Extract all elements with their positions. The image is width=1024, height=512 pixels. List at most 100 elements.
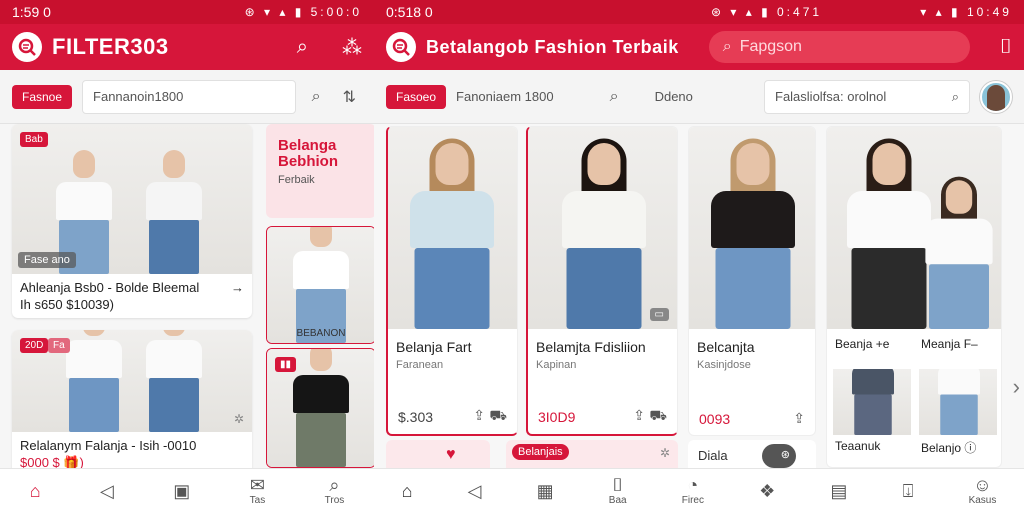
send-icon: ◁ (467, 480, 482, 501)
product-feed: Bab Fase ano Ahleanja Bsb0 - Bolde Bleem… (0, 124, 374, 477)
product-title: Ahleanja Bsb0 - Bolde Bleemal → (20, 280, 244, 295)
bottom-nav: ⌂ ◁ ▦ ⌷ Baa ◔ Firec ❖ ▤ ⍗ ☺ Kasus (374, 468, 1024, 512)
product-card[interactable]: Bab Fase ano Ahleanja Bsb0 - Bolde Bleem… (12, 124, 252, 318)
next-row-title: Diala (698, 448, 728, 463)
settings-icon: ✲ (659, 446, 670, 460)
image-tag: Fase ano (18, 252, 76, 268)
app-bar: Betalangob Fashion Terbaik ⌕ Fapgson ⌷ (374, 24, 1024, 70)
nav-calendar[interactable]: ▤ (830, 481, 847, 501)
next-row-card[interactable]: Belanjais ✲ (506, 440, 678, 470)
search-input[interactable]: ⌕ Fapgson (708, 31, 970, 63)
home-icon: ⌂ (401, 480, 413, 501)
next-row-card[interactable]: Diala ⊛ (688, 440, 816, 470)
search-icon: ⌕ (951, 88, 959, 104)
cart-icon[interactable]: ⛟ (489, 407, 507, 423)
share-icon[interactable]: ⁂ (342, 35, 362, 60)
filter-bar: Fasoeo Fanoniaem 1800 ⌕ Ddeno Falasliolf… (374, 70, 1024, 124)
nav-clock[interactable]: ◔ Firec (682, 475, 704, 506)
promo-banner[interactable]: Belanga Bebhion Ferbaik (266, 124, 374, 218)
search-icon[interactable]: ⌕ (306, 88, 327, 106)
featured-title-b: Meanja F– (921, 337, 978, 351)
product-subtitle: Kasinjdose (697, 359, 751, 371)
promo-heading: Belanga Bebhion (278, 137, 338, 170)
share-icon[interactable]: ⇪ (633, 407, 645, 423)
product-subtitle: Faranean (396, 359, 444, 371)
avatar[interactable] (980, 80, 1012, 113)
filter-chip[interactable]: Fasoeo (386, 84, 447, 109)
product-image: ▭ (528, 127, 677, 329)
thumb-title-a: Teaanuk (835, 439, 881, 453)
search-icon: ⌕ (722, 38, 732, 55)
cart-icon[interactable]: ⛟ (649, 407, 667, 423)
product-card[interactable]: 20D Fa ✲ Relalanym Falanja - Isih -0010 … (12, 330, 252, 477)
filter-chip[interactable]: Fasnoe (12, 84, 73, 109)
nav-download[interactable]: ⍗ (903, 481, 914, 501)
discount-badge: Bab (20, 132, 48, 147)
status-time: 1:59 0 (12, 4, 51, 20)
discount-badge: ▮▮ (275, 357, 297, 372)
product-price: 3I0D9 (538, 408, 576, 425)
sort-icon[interactable]: ⇅ (337, 87, 362, 107)
product-title: Belcanjta (697, 339, 755, 355)
product-image (827, 127, 1001, 329)
nav-doc[interactable]: ▣ (173, 481, 190, 501)
status-bar: 1:59 0 ⊛ ▾ ▴ ▮ 5:00:0 (0, 0, 374, 24)
nav-send[interactable]: ◁ (100, 481, 114, 501)
heart-icon: ♥ (446, 446, 456, 463)
product-card[interactable]: Belcanjta Kasinjdose 0093 ⇪ (688, 126, 816, 436)
next-row-card[interactable]: ♥ (386, 440, 490, 470)
search-icon: ⌕ (329, 475, 340, 495)
chevron-right-icon[interactable]: › (1013, 374, 1020, 400)
featured-title-a: Beanja +e (835, 337, 890, 351)
mini-card-label: BEBANON (296, 328, 346, 339)
product-image: 20D Fa ✲ (12, 330, 252, 432)
product-image: Bab Fase ano (12, 124, 252, 274)
app-title: Betalangob Fashion Terbaik (426, 36, 679, 57)
filter-bar: Fasnoe Fannanoin1800 ⌕ ⇅ (0, 70, 374, 124)
bookmark-icon[interactable]: ⌷ (1000, 36, 1012, 59)
mini-product-card[interactable]: ▮▮ (266, 348, 374, 468)
product-title: Belamjta Fdisliion (536, 339, 646, 355)
mail-icon: ✉ (249, 475, 265, 495)
nav-gift[interactable]: ❖ (759, 481, 775, 501)
nav-search[interactable]: ⌕ Tros (325, 475, 345, 506)
search-icon[interactable]: ⌕ (604, 88, 625, 106)
search-icon[interactable]: ⌕ (297, 36, 308, 59)
app-bar: FILTER303 ⌕ ⁂ (0, 24, 374, 70)
product-price: Ih s650 $10039) (20, 297, 114, 312)
thumb-image[interactable] (919, 369, 997, 435)
featured-product-card[interactable]: Beanja +e Meanja F– Teaanuk Belanjo ⓘ (826, 126, 1002, 468)
nav-home[interactable]: ⌂ (30, 481, 41, 501)
filter-input[interactable]: Fannanoin1800 (82, 79, 296, 114)
app-logo-icon (12, 32, 42, 62)
product-title: Relalanym Falanja - Isih -0010 (20, 438, 197, 453)
app-logo-icon (386, 32, 416, 62)
status-icons: ⊛ ▾ ▴ ▮ 0:471 (710, 5, 823, 19)
doc-icon: ▣ (173, 480, 191, 501)
product-price: $.303 (398, 408, 434, 425)
nav-home[interactable]: ⌂ (402, 481, 413, 501)
nav-profile[interactable]: ☺ Kasus (969, 475, 997, 506)
product-card[interactable]: ▭ Belamjta Fdisliion Kapinan 3I0D9 ⇪ ⛟ (526, 126, 678, 436)
product-image (388, 127, 517, 329)
thumb-image[interactable] (833, 369, 911, 435)
filter-search-input[interactable]: Falasliolfsa: orolnol ⌕ (764, 79, 970, 114)
user-icon: ☺ (973, 475, 992, 495)
nav-send[interactable]: ◁ (468, 481, 482, 501)
status-icons: ⊛ ▾ ▴ ▮ 5:00:0 (244, 5, 362, 19)
nav-bag[interactable]: ⌷ Baa (609, 475, 627, 506)
product-card[interactable]: Belanja Fart Faranean $.303 ⇪ ⛟ (386, 126, 518, 436)
nav-mail[interactable]: ✉ Tas (250, 475, 266, 506)
nav-grid[interactable]: ▦ (537, 481, 554, 501)
app-title: FILTER303 (52, 34, 169, 59)
image-tag-icon: ▭ (649, 308, 669, 321)
right-tablet-screen: 0:518 0 ⊛ ▾ ▴ ▮ 0:471 ▾ ▴ ▮ 10:49 Betala… (374, 0, 1024, 512)
status-time: 0:518 0 (386, 4, 433, 20)
home-icon: ⌂ (29, 480, 41, 501)
settings-icon[interactable]: ✲ (234, 412, 244, 426)
share-icon[interactable]: ⇪ (793, 410, 805, 427)
mini-product-card[interactable]: BEBANON (266, 226, 374, 344)
promo-badge: Fa (48, 338, 70, 353)
product-price: 0093 (699, 410, 731, 427)
share-icon[interactable]: ⇪ (473, 407, 485, 423)
